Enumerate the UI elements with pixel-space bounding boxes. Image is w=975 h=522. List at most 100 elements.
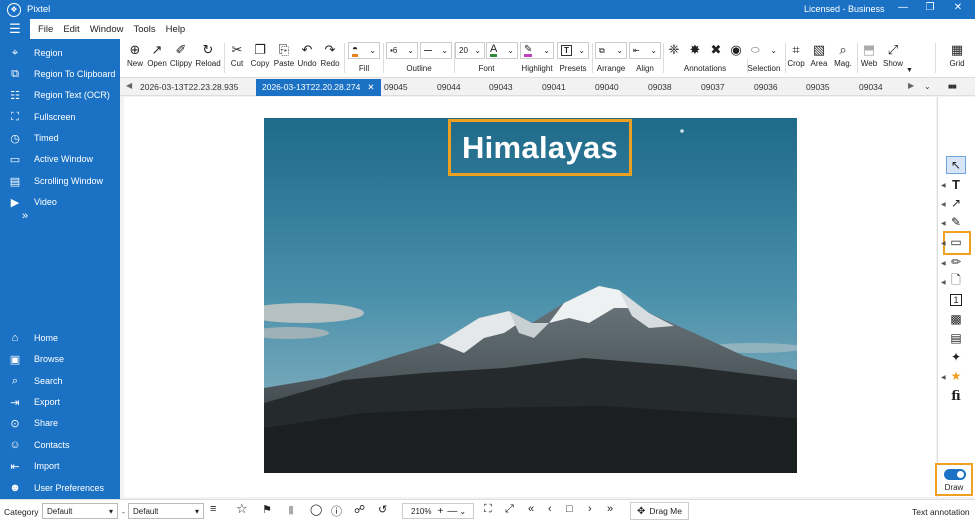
text-annotation-box[interactable]: Himalayas <box>448 119 632 176</box>
link-icon[interactable]: ☍ <box>354 503 365 516</box>
zoom-in-icon[interactable]: + <box>437 506 443 517</box>
menu-help[interactable]: Help <box>166 24 186 35</box>
tool-expand-icon[interactable]: ◀ <box>941 201 946 208</box>
image-canvas[interactable]: Himalayas <box>124 97 936 497</box>
cut-button[interactable]: ✂ Cut <box>227 41 247 69</box>
tab-09043[interactable]: 09043 <box>489 79 513 96</box>
toolbar-overflow-icon[interactable]: ▼ <box>906 67 913 74</box>
maximize-button[interactable]: ❐ <box>920 2 940 13</box>
minimize-button[interactable]: — <box>893 2 913 13</box>
grid-button[interactable]: ▦ Grid <box>945 41 969 69</box>
tab-capture-1[interactable]: 2026-03-13T22.23.28.935 <box>140 79 238 96</box>
tab-list-dropdown-icon[interactable]: ⌄ <box>924 82 931 91</box>
eraser-annotation-button[interactable]: ✖ <box>707 41 725 59</box>
chevron-down-icon[interactable]: ⌄ <box>459 507 466 516</box>
sidebar-item-scrolling-window[interactable]: ▤ Scrolling Window <box>0 172 120 190</box>
menu-tools[interactable]: Tools <box>133 24 155 35</box>
sidebar-item-fullscreen[interactable]: ⛶ Fullscreen <box>0 108 120 126</box>
previous-page-icon[interactable]: ‹ <box>548 503 552 515</box>
sidebar-item-timed[interactable]: ◷ Timed <box>0 129 120 147</box>
new-button[interactable]: ⊕ New <box>124 41 146 69</box>
select-tool[interactable]: ↖ <box>946 156 966 174</box>
text-tool[interactable]: T <box>946 175 966 193</box>
tool-expand-icon[interactable]: ◀ <box>941 279 946 286</box>
tab-09044[interactable]: 09044 <box>437 79 461 96</box>
tab-scroll-left-icon[interactable]: ◀ <box>126 81 132 90</box>
selection-select[interactable]: ⬭ ⌄ <box>747 42 781 59</box>
history-icon[interactable]: ↺ <box>378 503 387 516</box>
preset-select[interactable]: Default ▾ <box>128 503 204 519</box>
tool-expand-icon[interactable]: ◀ <box>941 220 946 227</box>
sidebar-item-region[interactable]: ⌖ Region <box>0 44 120 62</box>
tab-scroll-right-icon[interactable]: ▶ <box>908 81 914 90</box>
category-select[interactable]: Default ▾ <box>42 503 118 519</box>
tab-09045[interactable]: 09045 <box>384 79 408 96</box>
sidebar-item-region-to-clipboard[interactable]: ⧉ Region To Clipboard <box>0 65 120 83</box>
copy-button[interactable]: ❐ Copy <box>249 41 271 69</box>
last-page-icon[interactable]: » <box>607 503 613 515</box>
sidebar-item-contacts[interactable]: ☺ Contacts <box>0 436 120 454</box>
next-page-icon[interactable]: › <box>588 503 592 515</box>
draw-toggle-box[interactable]: Draw <box>935 463 973 496</box>
web-button[interactable]: ⬒ Web <box>859 41 879 69</box>
tab-options-icon[interactable]: ■■ <box>948 82 957 91</box>
first-page-icon[interactable]: « <box>528 503 534 515</box>
tab-09035[interactable]: 09035 <box>806 79 830 96</box>
arrow-tool[interactable]: ↗ <box>946 194 966 212</box>
tab-09040[interactable]: 09040 <box>595 79 619 96</box>
tab-09034[interactable]: 09034 <box>859 79 883 96</box>
open-button[interactable]: ↗ Open <box>146 41 168 69</box>
blur-annotation-button[interactable]: ✸ <box>686 41 704 59</box>
drag-me-button[interactable]: ✥ Drag Me <box>630 502 689 520</box>
fit-screen-icon[interactable]: ⛶ <box>484 503 492 516</box>
magnifier-button[interactable]: ⌕ Mag. <box>832 41 854 69</box>
font-size-select[interactable]: 20 ⌄ <box>455 42 485 59</box>
pen-tool[interactable]: ✎ <box>946 213 966 231</box>
flag-icon[interactable]: ⚑ <box>262 503 272 516</box>
record-annotation-button[interactable]: ◉ <box>727 41 745 59</box>
fill-color-picker[interactable]: ◓ ⌄ <box>348 42 380 59</box>
star-outline-icon[interactable]: ☆ <box>236 501 248 517</box>
tool-expand-icon[interactable]: ◀ <box>941 260 946 267</box>
outline-style-select[interactable]: — ⌄ <box>420 42 452 59</box>
clippy-button[interactable]: ✐ Clippy <box>169 41 193 69</box>
tab-09037[interactable]: 09037 <box>701 79 725 96</box>
annotation-text[interactable]: Himalayas <box>462 130 618 166</box>
bookmark-icon[interactable]: ▮ <box>288 503 294 516</box>
sidebar-item-active-window[interactable]: ▭ Active Window <box>0 150 120 168</box>
page-view-icon[interactable]: □ <box>566 503 573 515</box>
presets-select[interactable]: T ⌄ <box>557 42 589 59</box>
actual-size-icon[interactable]: ⤢ <box>505 503 514 516</box>
sidebar-item-export[interactable]: ⇥ Export <box>0 393 120 411</box>
tag-icon[interactable]: ◯ <box>310 503 322 516</box>
redo-button[interactable]: ↷ Redo <box>319 41 341 69</box>
align-select[interactable]: ⇤ ⌄ <box>629 42 661 59</box>
undo-button[interactable]: ↶ Undo <box>296 41 318 69</box>
zoom-control[interactable]: 210% + — ⌄ <box>402 503 474 519</box>
notes-icon[interactable]: ≡ <box>210 503 216 515</box>
image-insert-tool[interactable]: ▩ <box>946 310 966 328</box>
tab-capture-2[interactable]: 2026-03-13T22.20.28.274 ✕ <box>256 79 381 96</box>
menu-window[interactable]: Window <box>90 24 124 35</box>
zoom-out-icon[interactable]: — <box>447 506 457 517</box>
reload-button[interactable]: ↻ Reload <box>195 41 221 69</box>
sidebar-item-home[interactable]: ⌂ Home <box>0 329 120 347</box>
sidebar-item-region-text-ocr[interactable]: ☷ Region Text (OCR) <box>0 86 120 104</box>
crop-button[interactable]: ⌗ Crop <box>786 41 806 69</box>
sidebar-item-import[interactable]: ⇤ Import <box>0 457 120 475</box>
tab-09041[interactable]: 09041 <box>542 79 566 96</box>
highlighter-tool[interactable]: ✏ <box>946 253 966 271</box>
favorites-tool[interactable]: ★ <box>946 367 966 385</box>
stamp-tool[interactable]: ▤ <box>946 329 966 347</box>
tab-09038[interactable]: 09038 <box>648 79 672 96</box>
tool-expand-icon[interactable]: ◀ <box>941 182 946 189</box>
highlight-color-picker[interactable]: ✎ ⌄ <box>520 42 554 59</box>
ligature-text-tool[interactable]: fi <box>946 387 966 405</box>
paste-button[interactable]: ⎘ Paste <box>272 41 296 69</box>
sidebar-item-browse[interactable]: ▣ Browse <box>0 350 120 368</box>
arrange-select[interactable]: ⧉ ⌄ <box>595 42 627 59</box>
sidebar-item-search[interactable]: ⌕ Search <box>0 372 120 390</box>
font-color-picker[interactable]: A ⌄ <box>486 42 518 59</box>
tab-09036[interactable]: 09036 <box>754 79 778 96</box>
info-icon[interactable]: ⓘ <box>331 503 342 519</box>
